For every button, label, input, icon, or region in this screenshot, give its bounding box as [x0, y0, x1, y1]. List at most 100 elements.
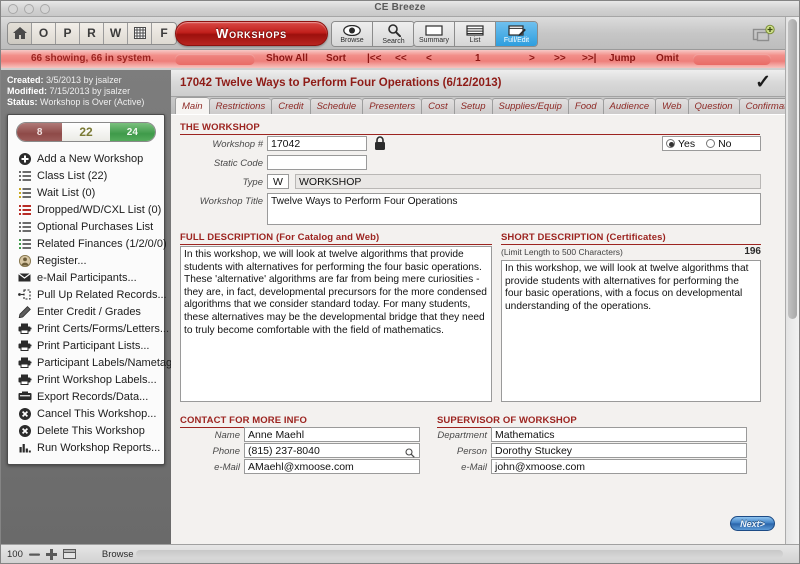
- zoom-out-icon[interactable]: [28, 550, 40, 559]
- contact-name-field[interactable]: Anne Maehl: [244, 427, 420, 442]
- tab-schedule[interactable]: Schedule: [309, 98, 363, 114]
- sidebar-item-label: Cancel This Workshop...: [37, 407, 157, 420]
- counter-middle: 22: [62, 123, 110, 141]
- tab-web[interactable]: Web: [655, 98, 688, 114]
- mode-button-list-label: List: [469, 36, 481, 44]
- home-icon[interactable]: [8, 22, 32, 44]
- tab-presenters[interactable]: Presenters: [362, 98, 422, 114]
- next-page-button[interactable]: >>: [554, 53, 566, 64]
- sidebar-item-print-participant-lists[interactable]: Print Participant Lists...: [8, 337, 164, 354]
- modified-label: Modified:: [7, 86, 47, 96]
- show-all-button[interactable]: Show All: [266, 53, 308, 64]
- supervisor-email-field[interactable]: john@xmoose.com: [491, 459, 747, 474]
- printer-icon: [17, 356, 32, 369]
- created-line: Created: 3/5/2013 by jsalzer: [7, 75, 167, 86]
- last-record-button[interactable]: >>|: [582, 53, 596, 64]
- toggle-sidebar-icon[interactable]: [62, 549, 76, 559]
- sidebar-item-label: Delete This Workshop: [37, 424, 145, 437]
- modified-line: Modified: 7/15/2013 by jsalzer: [7, 86, 167, 97]
- letter-button-w[interactable]: W: [104, 22, 128, 44]
- tab-question[interactable]: Question: [687, 98, 739, 114]
- status-progress-track[interactable]: [136, 550, 783, 558]
- module-title-workshops[interactable]: Workshops: [175, 21, 328, 46]
- sidebar-item-register[interactable]: Register...: [8, 252, 164, 269]
- mode-group-layout: Summary List Full/Edit: [413, 21, 538, 47]
- prev-page-button[interactable]: <<: [395, 53, 407, 64]
- type-label: Type: [242, 177, 263, 188]
- letter-button-p[interactable]: P: [56, 22, 80, 44]
- window-scrollbar-thumb[interactable]: [788, 19, 797, 319]
- prev-record-button[interactable]: <: [426, 53, 432, 64]
- sort-button[interactable]: Sort: [326, 53, 346, 64]
- nav-slider-right[interactable]: [693, 54, 771, 65]
- sidebar-item-label: Export Records/Data...: [37, 390, 149, 403]
- tab-setup[interactable]: Setup: [453, 98, 492, 114]
- sidebar-item-dropped-list[interactable]: Dropped/WD/CXL List (0): [8, 201, 164, 218]
- mode-button-summary[interactable]: Summary: [414, 22, 455, 46]
- tab-audience[interactable]: Audience: [602, 98, 656, 114]
- sidebar-item-optional-purchases[interactable]: Optional Purchases List: [8, 218, 164, 235]
- app-window: CE Breeze O P R W F Workshops Browse Sea…: [0, 0, 800, 564]
- next-button[interactable]: Next>: [730, 516, 775, 531]
- mode-button-list[interactable]: List: [455, 22, 496, 46]
- letter-button-f[interactable]: F: [152, 22, 176, 44]
- status-mode-label: Browse: [101, 548, 134, 560]
- letter-button-r[interactable]: R: [80, 22, 104, 44]
- list-red-icon: [17, 203, 32, 216]
- sidebar-item-enter-credit-grades[interactable]: Enter Credit / Grades: [8, 303, 164, 320]
- sidebar-item-label: Register...: [37, 254, 87, 267]
- tab-cost[interactable]: Cost: [421, 98, 454, 114]
- omit-button[interactable]: Omit: [656, 53, 679, 64]
- jump-button[interactable]: Jump: [609, 53, 636, 64]
- sidebar-item-label: Pull Up Related Records...: [37, 288, 167, 301]
- type-code-field[interactable]: W: [267, 174, 289, 189]
- contact-phone-field[interactable]: (815) 237-8040: [244, 443, 420, 458]
- contact-email-field[interactable]: AMaehl@xmoose.com: [244, 459, 420, 474]
- sidebar-item-print-workshop-labels[interactable]: Print Workshop Labels...: [8, 371, 164, 388]
- window-scrollbar[interactable]: [785, 17, 799, 544]
- mode-button-search[interactable]: Search: [373, 22, 414, 46]
- tab-main[interactable]: Main: [175, 97, 209, 114]
- mode-button-browse[interactable]: Browse: [332, 22, 373, 46]
- nav-slider-left[interactable]: [175, 54, 255, 65]
- sidebar-item-print-certs[interactable]: Print Certs/Forms/Letters...: [8, 320, 169, 337]
- supervisor-person-field[interactable]: Dorothy Stuckey: [491, 443, 747, 458]
- letter-button-o[interactable]: O: [32, 22, 56, 44]
- sidebar-item-wait-list[interactable]: Wait List (0): [8, 184, 164, 201]
- sidebar-item-add-new-workshop[interactable]: Add a New Workshop: [8, 150, 164, 167]
- workshop-number-field[interactable]: 17042: [267, 136, 367, 151]
- sidebar-item-pull-up-related-records[interactable]: Pull Up Related Records...: [8, 286, 167, 303]
- next-record-button[interactable]: >: [529, 53, 535, 64]
- workshop-title-field[interactable]: Twelve Ways to Perform Four Operations: [267, 193, 761, 225]
- short-description-field[interactable]: In this workshop, we will look at twelve…: [501, 260, 761, 402]
- current-page-number[interactable]: 1: [475, 53, 481, 64]
- sidebar-item-participant-labels-nametags[interactable]: Participant Labels/Nametags: [8, 354, 178, 371]
- full-description-field[interactable]: In this workshop, we will look at twelve…: [180, 246, 492, 402]
- sidebar-item-email-participants[interactable]: e-Mail Participants...: [8, 269, 164, 286]
- tab-food[interactable]: Food: [567, 98, 603, 114]
- tab-supplies-equip[interactable]: Supplies/Equip: [491, 98, 568, 114]
- first-record-button[interactable]: |<<: [367, 53, 381, 64]
- sidebar-item-delete-this-workshop[interactable]: Delete This Workshop: [8, 422, 164, 439]
- zoom-in-icon[interactable]: [45, 548, 57, 560]
- created-label: Created:: [7, 75, 44, 85]
- static-code-field[interactable]: [267, 155, 367, 170]
- include-catalog-no-radio[interactable]: No: [706, 138, 732, 150]
- contact-email-label: e-Mail: [214, 462, 240, 473]
- created-value: 3/5/2013 by jsalzer: [46, 75, 122, 85]
- tab-restrictions[interactable]: Restrictions: [208, 98, 272, 114]
- sidebar-item-cancel-this-workshop[interactable]: Cancel This Workshop...: [8, 405, 164, 422]
- sidebar-item-related-finances[interactable]: Related Finances (1/2/0/0): [8, 235, 167, 252]
- supervisor-department-field[interactable]: Mathematics: [491, 427, 747, 442]
- checkmark-icon[interactable]: ✓: [755, 73, 771, 92]
- sidebar-item-run-workshop-reports[interactable]: Run Workshop Reports...: [8, 439, 164, 456]
- tab-credit[interactable]: Credit: [271, 98, 310, 114]
- form-sheet: THE WORKSHOP Workshop # 17042 Static Cod…: [171, 114, 785, 544]
- mode-button-full-edit[interactable]: Full/Edit: [496, 22, 537, 46]
- sidebar-item-export-records-data[interactable]: Export Records/Data...: [8, 388, 164, 405]
- window-plus-icon[interactable]: [751, 24, 777, 44]
- sidebar-item-class-list[interactable]: Class List (22): [8, 167, 164, 184]
- include-catalog-yes-radio[interactable]: Yes: [666, 138, 695, 150]
- grid-icon[interactable]: [128, 22, 152, 44]
- sidebar-item-label: Enter Credit / Grades: [37, 305, 141, 318]
